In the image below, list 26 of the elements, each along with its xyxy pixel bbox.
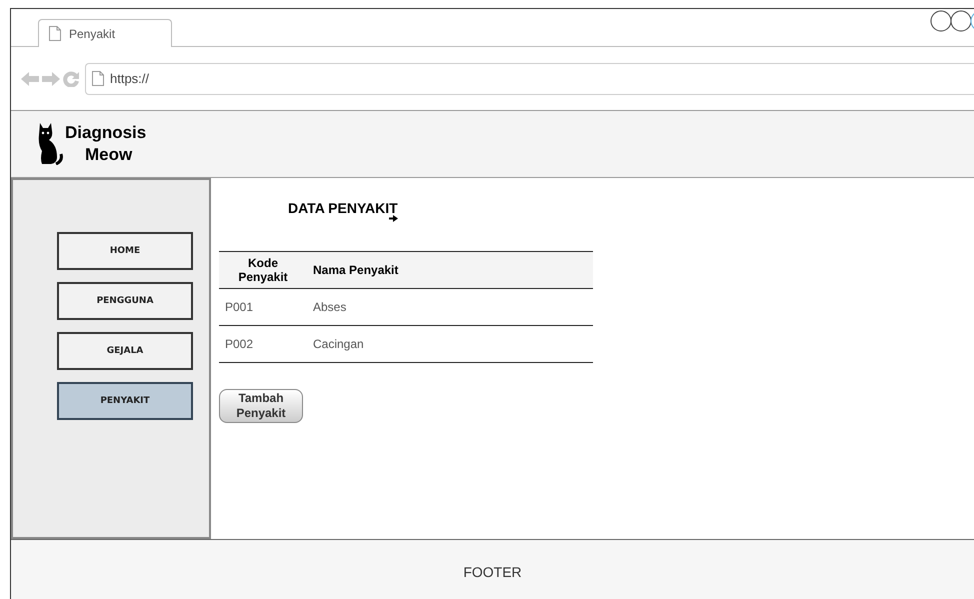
logo-text: Diagnosis	[65, 122, 146, 144]
nav-button[interactable]: HOME	[57, 232, 193, 270]
address-field[interactable]: https://	[85, 62, 974, 94]
back-arrow-icon[interactable]	[21, 70, 39, 86]
page-title: DATA PENYAKIT	[288, 200, 398, 216]
browser-tab[interactable]: Penyakit	[38, 19, 172, 47]
footer-text: FOOTER	[463, 564, 522, 582]
document-icon	[92, 71, 104, 86]
forward-arrow-icon[interactable]	[42, 70, 60, 86]
add-button[interactable]: Tambah Penyakit	[219, 389, 303, 423]
nav-button[interactable]: GEJALA	[57, 332, 193, 370]
table-cell: Abses	[307, 288, 593, 326]
column-header: Nama Penyakit	[307, 252, 593, 288]
document-icon	[49, 26, 61, 41]
tab-title: Penyakit	[69, 26, 116, 40]
logo-text: Meow	[84, 144, 134, 166]
reload-icon[interactable]	[63, 70, 79, 86]
cat-icon	[37, 123, 63, 165]
nav-button[interactable]: PENYAKIT	[57, 382, 193, 420]
cursor-icon	[388, 215, 398, 222]
window-controls-icon[interactable]	[930, 10, 974, 32]
table-cell: Cacingan	[307, 326, 593, 362]
column-header: Kode Penyakit	[219, 252, 307, 288]
table-cell: P001	[219, 288, 307, 326]
table-cell: P002	[219, 326, 307, 362]
nav-button[interactable]: PENGGUNA	[57, 282, 193, 320]
